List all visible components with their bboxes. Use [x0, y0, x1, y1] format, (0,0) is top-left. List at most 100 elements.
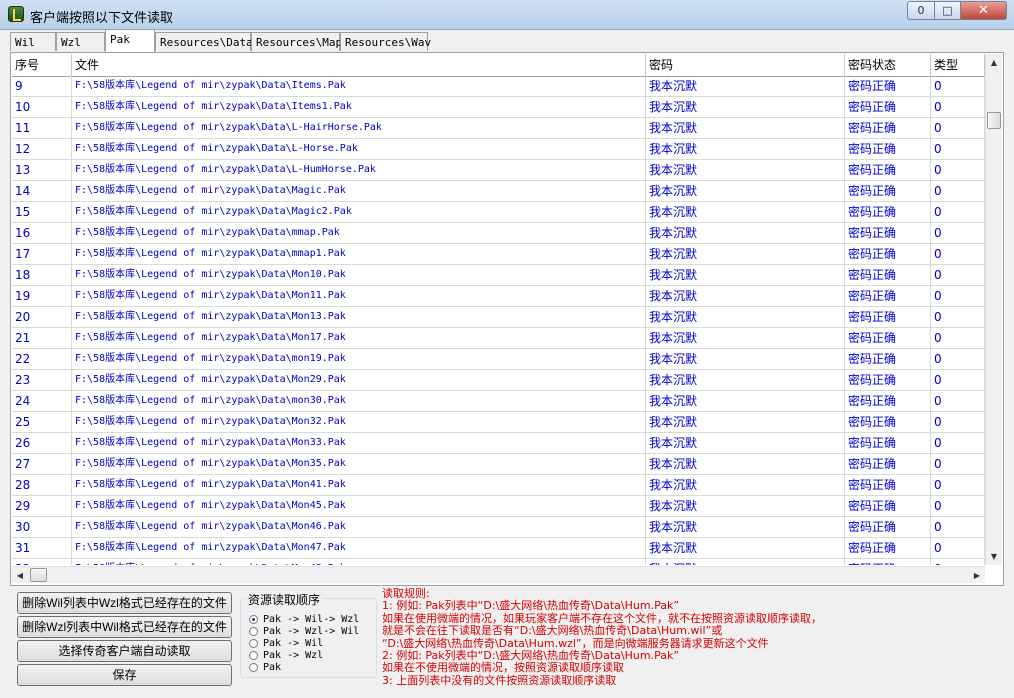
table-row[interactable]: 30 F:\58版本库\Legend of mir\zypak\Data\Mon4… [12, 517, 985, 538]
delete-wzl-duplicates-button[interactable]: 删除Wzl列表中Wil格式已经存在的文件 [17, 616, 232, 638]
table-row[interactable]: 28 F:\58版本库\Legend of mir\zypak\Data\Mon4… [12, 475, 985, 496]
radio-icon[interactable] [249, 626, 258, 636]
cell-no: 22 [12, 349, 72, 369]
cell-password: 我本沉默 [646, 307, 845, 327]
rule-line: 1: 例如: Pak列表中“D:\盛大网络\热血传奇\Data\Hum.Pak” [382, 599, 680, 613]
cell-file: F:\58版本库\Legend of mir\zypak\Data\L-Hair… [72, 118, 646, 138]
table-row[interactable]: 16 F:\58版本库\Legend of mir\zypak\Data\mmap… [12, 223, 985, 244]
save-button[interactable]: 保存 [17, 664, 232, 686]
cell-status: 密码正确 [845, 517, 931, 537]
radio-option[interactable]: Pak -> Wzl-> Wil [249, 625, 359, 637]
table-row[interactable]: 32F:\58版本库\Legend of mir\zypak\Data\Mon4… [12, 559, 985, 565]
cell-type: 0 [931, 223, 985, 243]
column-header-no[interactable]: 序号 [12, 54, 72, 76]
tab-resources-data[interactable]: Resources\Data [155, 32, 253, 51]
cell-file: F:\58版本库\Legend of mir\zypak\Data\Mon45.… [72, 496, 646, 516]
tab-wzl[interactable]: Wzl [56, 32, 105, 51]
cell-password: 我本沉默 [646, 160, 845, 180]
radio-label: Pak -> Wil [263, 637, 324, 649]
vertical-scrollbar[interactable]: ▲ ▼ [985, 54, 1002, 565]
cell-type: 0 [931, 349, 985, 369]
scroll-left-icon[interactable]: ◀ [12, 567, 28, 583]
table-row[interactable]: 9 F:\58版本库\Legend of mir\zypak\Data\Items… [12, 76, 985, 97]
cell-status: 密码正确 [845, 391, 931, 411]
cell-password: 我本沉默 [646, 328, 845, 348]
cell-type: 0 [931, 412, 985, 432]
cell-file: F:\58版本库\Legend of mir\zypak\Data\Magic2… [72, 202, 646, 222]
auto-read-client-button[interactable]: 选择传奇客户端自动读取 [17, 640, 232, 662]
table-row[interactable]: 22 F:\58版本库\Legend of mir\zypak\Data\mon1… [12, 349, 985, 370]
table-row[interactable]: 20 F:\58版本库\Legend of mir\zypak\Data\Mon1… [12, 307, 985, 328]
cell-file: F:\58版本库\Legend of mir\zypak\Data\mmap1.… [72, 244, 646, 264]
delete-wil-duplicates-button[interactable]: 删除Wil列表中Wzl格式已经存在的文件 [17, 592, 232, 614]
radio-selected-icon[interactable] [249, 614, 258, 624]
cell-no: 15 [12, 202, 72, 222]
cell-password: 我本沉默 [646, 433, 845, 453]
title-bar[interactable]: 客户端按照以下文件读取 0 □ ✕ [0, 0, 1014, 30]
radio-icon[interactable] [249, 650, 258, 660]
table-row[interactable]: 19 F:\58版本库\Legend of mir\zypak\Data\Mon1… [12, 286, 985, 307]
minimize-icon: 0 [917, 4, 925, 17]
table-row[interactable]: 14 F:\58版本库\Legend of mir\zypak\Data\Magi… [12, 181, 985, 202]
cell-type: 0 [931, 202, 985, 222]
table-row[interactable]: 13 F:\58版本库\Legend of mir\zypak\Data\L-Hu… [12, 160, 985, 181]
radio-icon[interactable] [249, 638, 258, 648]
read-rules: 读取规则: 1: 例如: Pak列表中“D:\盛大网络\热血传奇\Data\Hu… [382, 587, 1007, 692]
column-header-type[interactable]: 类型 [931, 54, 985, 76]
table-row[interactable]: 18 F:\58版本库\Legend of mir\zypak\Data\Mon1… [12, 265, 985, 286]
column-header-status[interactable]: 密码状态 [845, 54, 931, 76]
cell-password: 我本沉默 [646, 559, 845, 565]
cell-status: 密码正确 [845, 286, 931, 306]
table-row[interactable]: 26 F:\58版本库\Legend of mir\zypak\Data\Mon3… [12, 433, 985, 454]
table-row[interactable]: 29 F:\58版本库\Legend of mir\zypak\Data\Mon4… [12, 496, 985, 517]
maximize-button[interactable]: □ [934, 1, 961, 20]
table-row[interactable]: 23 F:\58版本库\Legend of mir\zypak\Data\Mon2… [12, 370, 985, 391]
table-row[interactable]: 10 F:\58版本库\Legend of mir\zypak\Data\Item… [12, 97, 985, 118]
cell-file: F:\58版本库\Legend of mir\zypak\Data\mon19.… [72, 349, 646, 369]
table-row[interactable]: 31 F:\58版本库\Legend of mir\zypak\Data\Mon4… [12, 538, 985, 559]
tab-resources-map[interactable]: Resources\Map [251, 32, 342, 51]
cell-status: 密码正确 [845, 160, 931, 180]
scroll-up-icon[interactable]: ▲ [986, 54, 1002, 71]
horizontal-scroll-thumb[interactable] [30, 568, 47, 582]
table-row[interactable]: 17 F:\58版本库\Legend of mir\zypak\Data\mmap… [12, 244, 985, 265]
minimize-button[interactable]: 0 [907, 1, 935, 20]
vertical-scroll-thumb[interactable] [987, 112, 1001, 129]
scroll-right-icon[interactable]: ▶ [969, 567, 985, 583]
radio-option[interactable]: Pak [249, 661, 281, 673]
tab-resources-wav[interactable]: Resources\Wav [340, 32, 431, 51]
file-list-table[interactable]: 序号 文件 密码 密码状态 类型 9 F:\58版本库\Legend of mir… [12, 54, 985, 565]
cell-status: 密码正确 [845, 244, 931, 264]
scroll-down-icon[interactable]: ▼ [986, 548, 1002, 565]
radio-icon[interactable] [249, 662, 258, 672]
radio-option[interactable]: Pak -> Wil [249, 637, 323, 649]
horizontal-scrollbar[interactable]: ◀ ▶ [12, 566, 985, 583]
cell-no: 18 [12, 265, 72, 285]
cell-file: F:\58版本库\Legend of mir\zypak\Data\Mon17.… [72, 328, 646, 348]
cell-password: 我本沉默 [646, 517, 845, 537]
window-title: 客户端按照以下文件读取 [30, 11, 174, 26]
cell-status: 密码正确 [845, 433, 931, 453]
cell-password: 我本沉默 [646, 118, 845, 138]
radio-option[interactable]: Pak -> Wzl [249, 649, 323, 661]
table-row[interactable]: 25 F:\58版本库\Legend of mir\zypak\Data\Mon3… [12, 412, 985, 433]
read-order-title: 资源读取顺序 [246, 591, 323, 608]
table-row[interactable]: 27 F:\58版本库\Legend of mir\zypak\Data\Mon3… [12, 454, 985, 475]
table-row[interactable]: 12 F:\58版本库\Legend of mir\zypak\Data\L-Ho… [12, 139, 985, 160]
cell-status: 密码正确 [845, 454, 931, 474]
cell-type: 0 [931, 370, 985, 390]
tab-wil[interactable]: Wil [10, 32, 56, 51]
cell-type: 0 [931, 286, 985, 306]
table-row[interactable]: 21 F:\58版本库\Legend of mir\zypak\Data\Mon1… [12, 328, 985, 349]
column-header-password[interactable]: 密码 [646, 54, 845, 76]
table-row[interactable]: 11 F:\58版本库\Legend of mir\zypak\Data\L-Ha… [12, 118, 985, 139]
table-row[interactable]: 24 F:\58版本库\Legend of mir\zypak\Data\mon3… [12, 391, 985, 412]
column-header-file[interactable]: 文件 [72, 54, 646, 76]
radio-option[interactable]: Pak -> Wil-> Wzl [249, 613, 359, 625]
cell-password: 我本沉默 [646, 412, 845, 432]
table-row[interactable]: 15 F:\58版本库\Legend of mir\zypak\Data\Magi… [12, 202, 985, 223]
cell-file: F:\58版本库\Legend of mir\zypak\Data\Mon48.… [72, 559, 646, 565]
cell-no: 29 [12, 496, 72, 516]
close-button[interactable]: ✕ [960, 1, 1007, 20]
tab-pak[interactable]: Pak [105, 29, 155, 52]
